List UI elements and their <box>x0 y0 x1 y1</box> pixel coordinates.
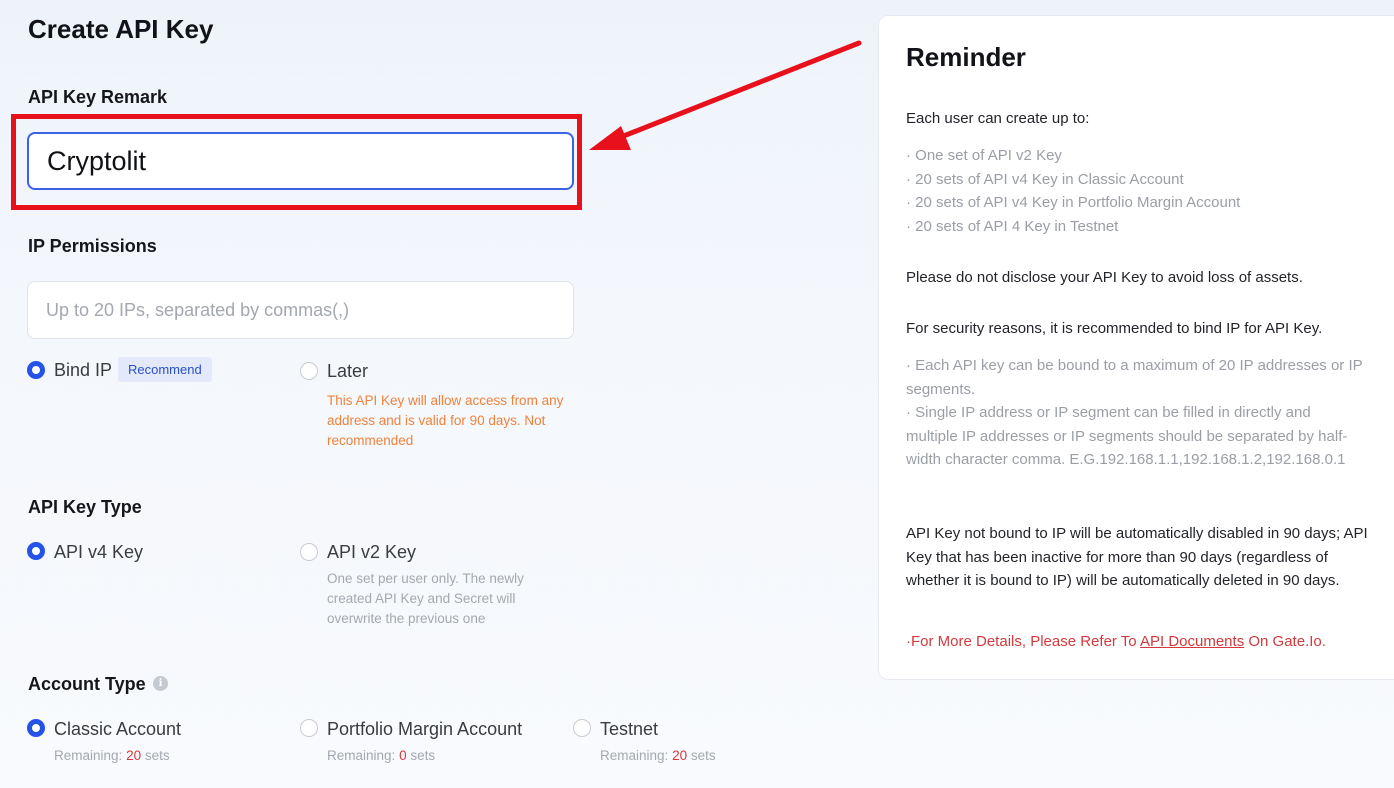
security-text: For security reasons, it is recommended … <box>906 320 1323 337</box>
api-v2-label[interactable]: API v2 Key <box>327 542 416 563</box>
portfolio-margin-label[interactable]: Portfolio Margin Account <box>327 719 522 740</box>
portfolio-remaining: Remaining: 0 sets <box>327 748 435 763</box>
key-type-label: API Key Type <box>28 497 142 517</box>
api-v2-note: One set per user only. The newly created… <box>327 571 524 626</box>
testnet-radio[interactable] <box>573 719 591 737</box>
remaining-count: 20 <box>672 748 688 763</box>
account-type-label: Account Type <box>28 674 146 694</box>
reminder-title: Reminder <box>906 42 1026 72</box>
api-v4-label[interactable]: API v4 Key <box>54 542 143 563</box>
annotation-highlight-box <box>11 114 582 210</box>
ip-input-placeholder: Up to 20 IPs, separated by commas(,) <box>46 299 350 320</box>
reminder-intro: Each user can create up to: <box>906 110 1090 127</box>
testnet-remaining: Remaining: 20 sets <box>600 748 716 763</box>
bind-ip-radio[interactable] <box>27 361 45 379</box>
limit-item: · 20 sets of API v4 Key in Classic Accou… <box>906 171 1184 188</box>
remaining-suffix: sets <box>690 748 716 763</box>
bind-ip-label[interactable]: Bind IP <box>54 360 112 381</box>
remaining-prefix: Remaining: <box>327 748 396 763</box>
later-radio[interactable] <box>300 362 318 380</box>
remark-label: API Key Remark <box>28 87 168 107</box>
limit-item: · One set of API v2 Key <box>906 147 1062 164</box>
remaining-count: 20 <box>126 748 142 763</box>
remaining-suffix: sets <box>144 748 170 763</box>
api-v2-radio[interactable] <box>300 543 318 561</box>
info-icon[interactable]: i <box>153 676 168 691</box>
expiry-text: API Key not bound to IP will be automati… <box>906 525 1368 589</box>
disclose-text: Please do not disclose your API Key to a… <box>906 269 1303 286</box>
remaining-suffix: sets <box>410 748 436 763</box>
remaining-prefix: Remaining: <box>600 748 669 763</box>
annotation-arrow-icon <box>589 40 862 150</box>
remaining-prefix: Remaining: <box>54 748 123 763</box>
classic-account-label[interactable]: Classic Account <box>54 719 181 740</box>
classic-remaining: Remaining: 20 sets <box>54 748 170 763</box>
api-documents-link[interactable]: API Documents <box>1140 633 1244 650</box>
page-title: Create API Key <box>28 14 214 44</box>
details-text: ·For More Details, Please Refer To API D… <box>906 630 1386 654</box>
ip-input[interactable]: Up to 20 IPs, separated by commas(,) <box>27 281 574 339</box>
portfolio-margin-radio[interactable] <box>300 719 318 737</box>
limit-item: · 20 sets of API 4 Key in Testnet <box>906 218 1119 235</box>
details-prefix: ·For More Details, Please Refer To <box>906 633 1140 650</box>
ip-permissions-label: IP Permissions <box>28 236 157 256</box>
ip-rule-2: · Single IP address or IP segment can be… <box>906 404 1348 468</box>
limit-item: · 20 sets of API v4 Key in Portfolio Mar… <box>906 194 1241 211</box>
later-label[interactable]: Later <box>327 361 368 382</box>
api-v4-radio[interactable] <box>27 542 45 560</box>
testnet-label[interactable]: Testnet <box>600 719 658 740</box>
remaining-count: 0 <box>399 748 407 763</box>
details-suffix: On Gate.Io. <box>1244 633 1326 650</box>
ip-rule-1: · Each API key can be bound to a maximum… <box>906 357 1363 398</box>
classic-account-radio[interactable] <box>27 719 45 737</box>
later-warning-note: This API Key will allow access from any … <box>327 393 564 448</box>
recommend-badge: Recommend <box>118 357 212 382</box>
